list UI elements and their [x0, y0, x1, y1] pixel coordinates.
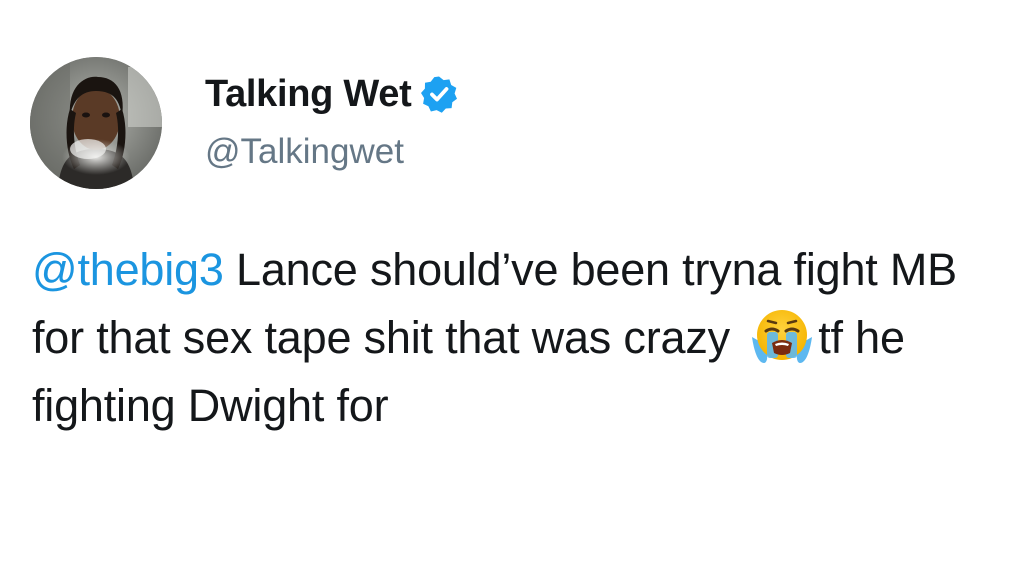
loudly-crying-face-icon: [748, 307, 816, 365]
verified-badge-icon: [419, 74, 459, 114]
tweet-text: @thebig3 Lance should’ve been tryna figh…: [32, 236, 992, 440]
user-avatar-photo-icon: [30, 57, 162, 189]
user-avatar[interactable]: [30, 57, 162, 189]
author-handle[interactable]: @Talkingwet: [205, 132, 404, 172]
author-display-name[interactable]: Talking Wet: [205, 73, 412, 116]
tweet-card: Talking Wet @Talkingwet @thebig3 Lance s…: [0, 0, 1024, 568]
author-name-row: Talking Wet: [205, 70, 459, 118]
mention-link[interactable]: @thebig3: [32, 244, 224, 295]
